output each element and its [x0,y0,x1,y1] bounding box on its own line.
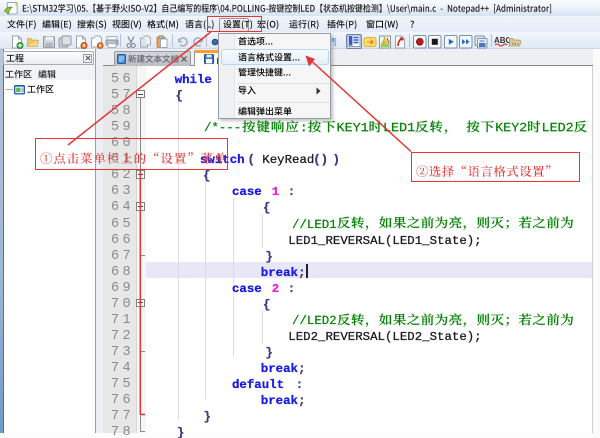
svg-text:¶: ¶ [331,36,337,47]
